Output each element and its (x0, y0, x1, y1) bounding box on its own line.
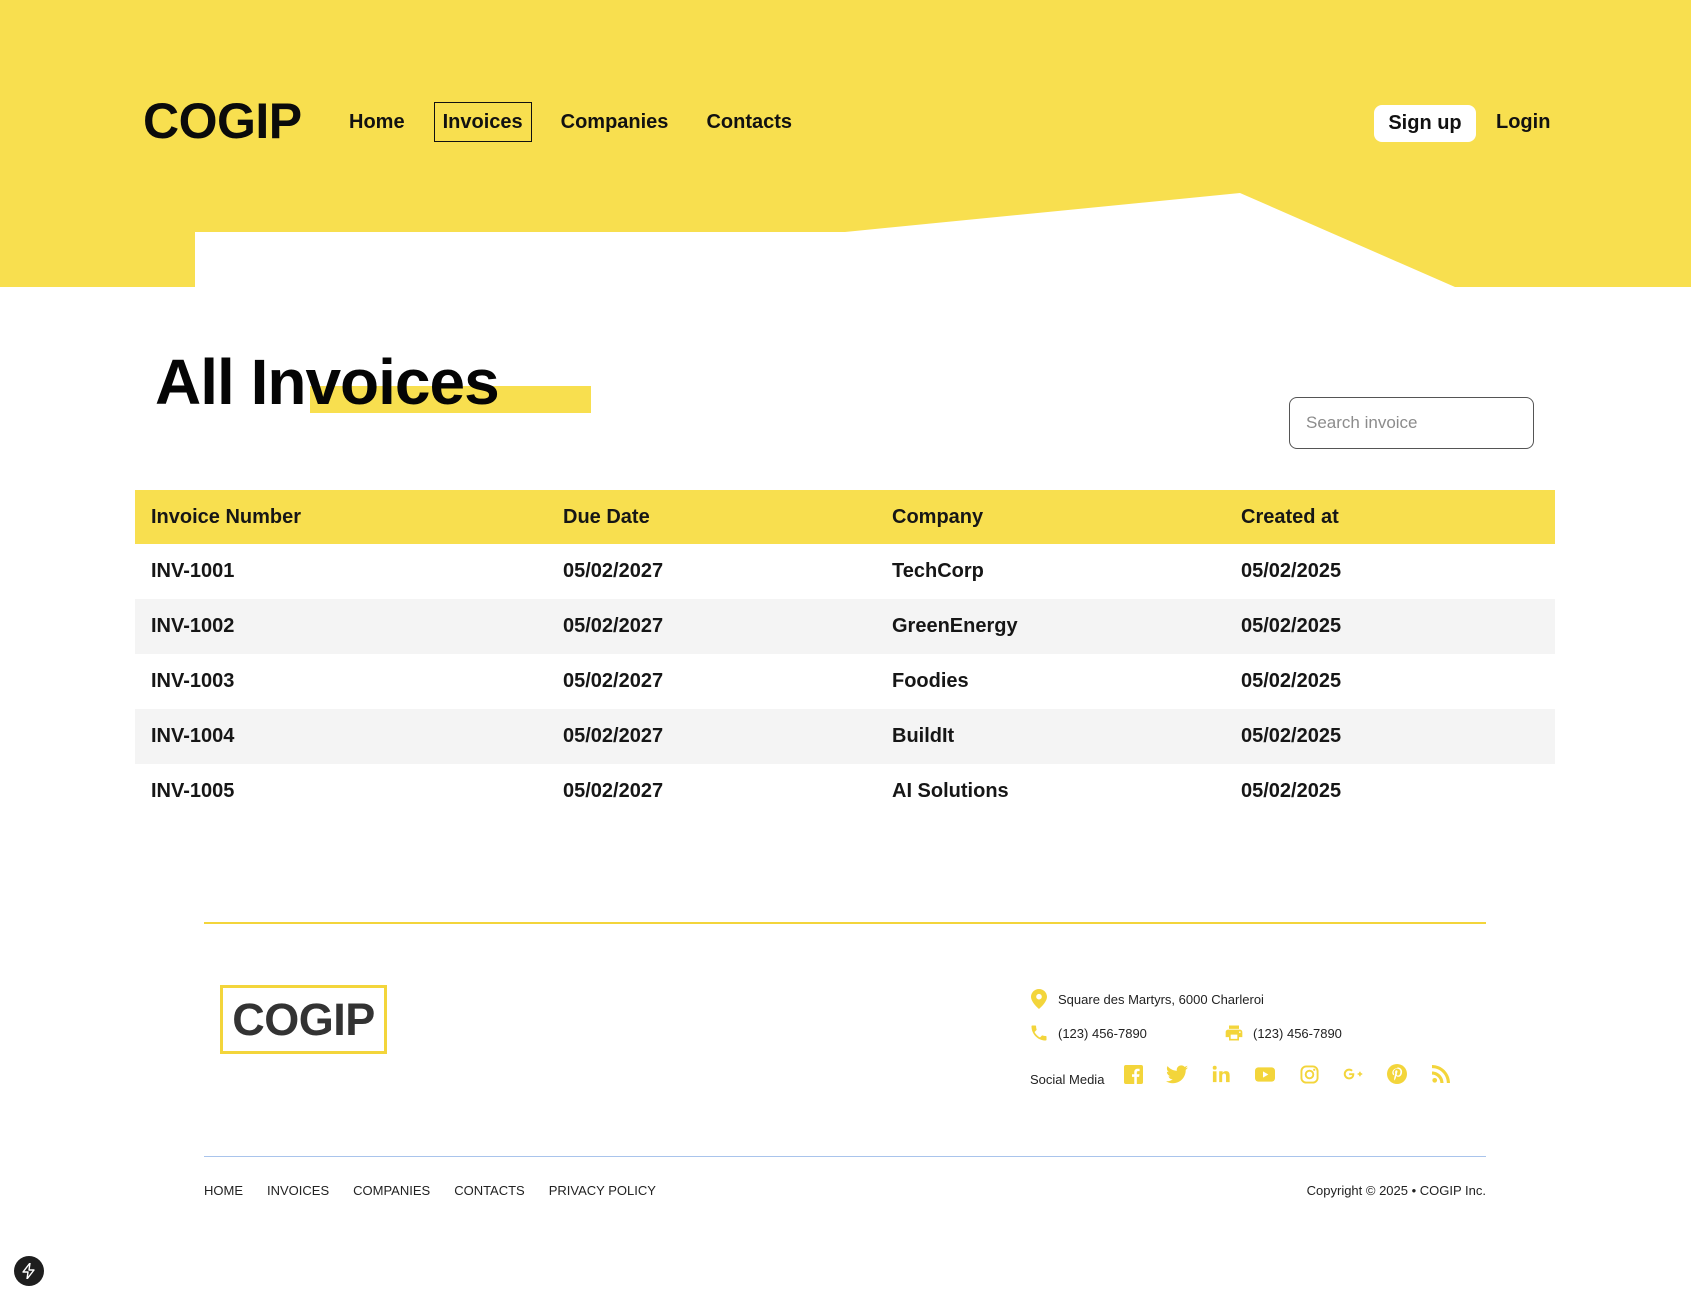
created-at: 05/02/2025 (1241, 560, 1342, 582)
nav-companies[interactable]: Companies (552, 102, 678, 142)
page-title-block: All Invoices (155, 346, 615, 426)
copyright-text: Copyright © 2025 • COGIP Inc. (1306, 1183, 1486, 1198)
footer-divider-top (204, 922, 1486, 924)
pinterest-icon[interactable] (1386, 1063, 1408, 1085)
phone-icon (1028, 1022, 1050, 1044)
created-at: 05/02/2025 (1241, 615, 1342, 637)
due-date: 05/02/2027 (563, 560, 664, 582)
invoice-number: INV-1005 (151, 780, 235, 802)
social-links (1122, 1063, 1474, 1085)
phone-text: (123) 456-7890 (1058, 1025, 1147, 1041)
company: Foodies (892, 670, 969, 692)
invoice-number: INV-1003 (151, 670, 235, 692)
footer-link-invoices[interactable]: INVOICES (267, 1183, 329, 1198)
rss-icon[interactable] (1430, 1063, 1452, 1085)
company: BuildIt (892, 725, 955, 747)
footer-logo[interactable]: COGIP (220, 985, 387, 1054)
search-input[interactable] (1289, 397, 1534, 449)
company: AI Solutions (892, 780, 1009, 802)
footer-link-home[interactable]: HOME (204, 1183, 243, 1198)
due-date: 05/02/2027 (563, 670, 664, 692)
address-text: Square des Martyrs, 6000 Charleroi (1058, 991, 1264, 1007)
created-at: 05/02/2025 (1241, 780, 1342, 802)
footer-fax: (123) 456-7890 (1223, 1022, 1342, 1044)
facebook-icon[interactable] (1122, 1063, 1144, 1085)
header-due-date: Due Date (563, 505, 650, 528)
header-invoice-number: Invoice Number (151, 505, 302, 528)
fax-text: (123) 456-7890 (1253, 1025, 1342, 1041)
dev-tools-badge[interactable] (14, 1256, 44, 1286)
table-row[interactable]: INV-1003 05/02/2027 Foodies 05/02/2025 (135, 654, 1555, 709)
footer-nav: HOME INVOICES COMPANIES CONTACTS PRIVACY… (204, 1183, 680, 1198)
linkedin-icon[interactable] (1210, 1063, 1232, 1085)
due-date: 05/02/2027 (563, 725, 664, 747)
twitter-icon[interactable] (1166, 1063, 1188, 1085)
location-pin-icon (1028, 988, 1050, 1010)
invoices-table: Invoice Number Due Date Company Created … (135, 490, 1555, 819)
company: GreenEnergy (892, 615, 1018, 637)
invoice-number: INV-1004 (151, 725, 235, 747)
nav-invoices[interactable]: Invoices (433, 102, 532, 142)
footer-link-companies[interactable]: COMPANIES (353, 1183, 430, 1198)
created-at: 05/02/2025 (1241, 670, 1342, 692)
nav-home[interactable]: Home (340, 102, 414, 142)
nav-contacts[interactable]: Contacts (697, 102, 801, 142)
invoice-number: INV-1002 (151, 615, 235, 637)
signup-button[interactable]: Sign up (1374, 105, 1476, 142)
footer-divider-bottom (204, 1156, 1486, 1157)
lightning-icon (22, 1263, 35, 1279)
created-at: 05/02/2025 (1241, 725, 1342, 747)
header-company: Company (892, 505, 984, 528)
due-date: 05/02/2027 (563, 780, 664, 802)
table-row[interactable]: INV-1001 05/02/2027 TechCorp 05/02/2025 (135, 544, 1555, 599)
footer-link-contacts[interactable]: CONTACTS (454, 1183, 525, 1198)
due-date: 05/02/2027 (563, 615, 664, 637)
site-logo[interactable]: COGIP (143, 92, 302, 150)
table-header-row: Invoice Number Due Date Company Created … (135, 490, 1555, 544)
company: TechCorp (892, 560, 984, 582)
invoice-number: INV-1001 (151, 560, 235, 582)
header-created-at: Created at (1241, 505, 1339, 528)
table-row[interactable]: INV-1004 05/02/2027 BuildIt 05/02/2025 (135, 709, 1555, 764)
footer-phone: (123) 456-7890 (1028, 1022, 1147, 1044)
table-row[interactable]: INV-1002 05/02/2027 GreenEnergy 05/02/20… (135, 599, 1555, 654)
youtube-icon[interactable] (1254, 1063, 1276, 1085)
instagram-icon[interactable] (1298, 1063, 1320, 1085)
printer-icon (1223, 1022, 1245, 1044)
footer-link-privacy-policy[interactable]: PRIVACY POLICY (549, 1183, 656, 1198)
login-link[interactable]: Login (1496, 110, 1550, 134)
footer-address: Square des Martyrs, 6000 Charleroi (1028, 988, 1264, 1010)
main-nav: Home Invoices Companies Contacts (340, 102, 821, 142)
page-title: All Invoices (155, 346, 500, 418)
google-plus-icon[interactable] (1342, 1063, 1364, 1085)
social-media-label: Social Media (1030, 1072, 1105, 1087)
table-row[interactable]: INV-1005 05/02/2027 AI Solutions 05/02/2… (135, 764, 1555, 819)
